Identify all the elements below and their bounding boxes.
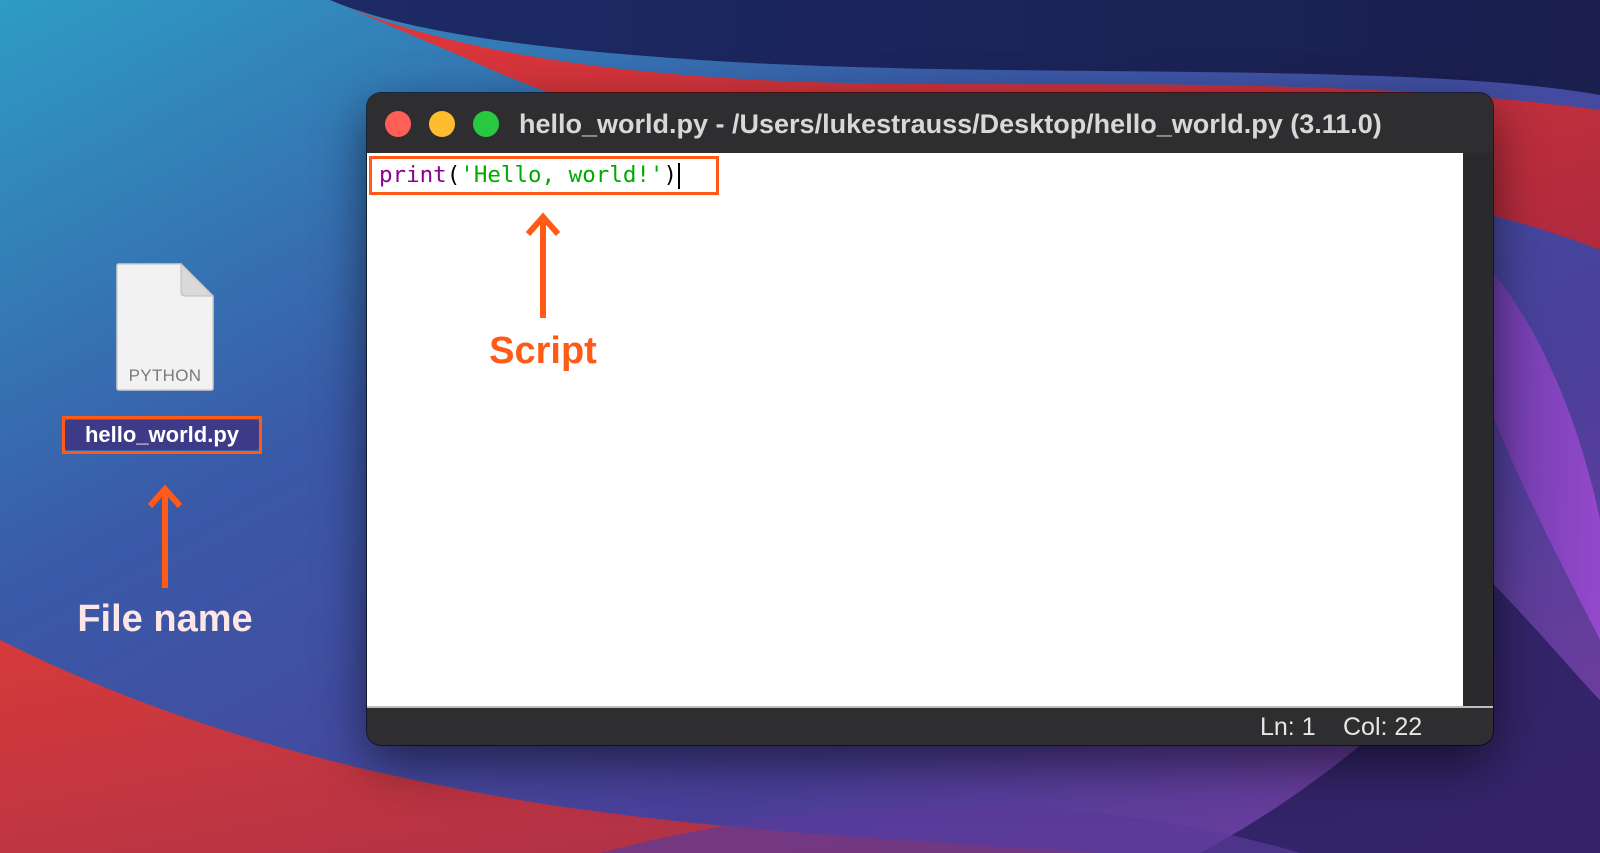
code-close-paren: ) bbox=[663, 162, 678, 188]
file-name-label[interactable]: hello_world.py bbox=[65, 420, 259, 450]
arrow-up-icon bbox=[525, 212, 561, 318]
status-bar: Ln: 1 Col: 22 bbox=[367, 706, 1493, 745]
window-title: hello_world.py - /Users/lukestrauss/Desk… bbox=[519, 109, 1382, 139]
code-open-paren: ( bbox=[446, 162, 461, 188]
maximize-icon[interactable] bbox=[473, 111, 499, 137]
file-type-label: PYTHON bbox=[128, 366, 202, 385]
status-column: Col: 22 bbox=[1343, 713, 1423, 741]
close-icon[interactable] bbox=[385, 111, 411, 137]
script-annotation: Script bbox=[489, 330, 597, 372]
code-builtin: print bbox=[379, 162, 447, 188]
code-line-1[interactable]: print('Hello, world!') bbox=[379, 160, 681, 190]
code-string: 'Hello, world!' bbox=[460, 162, 664, 188]
minimize-icon[interactable] bbox=[429, 111, 455, 137]
idle-editor-window[interactable]: hello_world.py - /Users/lukestrauss/Desk… bbox=[367, 93, 1493, 745]
text-cursor bbox=[678, 162, 681, 189]
arrow-up-icon bbox=[147, 484, 183, 588]
file-name-annotation: File name bbox=[77, 598, 253, 640]
title-bar[interactable]: hello_world.py - /Users/lukestrauss/Desk… bbox=[367, 93, 1493, 153]
status-line: Ln: 1 bbox=[1260, 713, 1316, 741]
vertical-scrollbar[interactable] bbox=[1463, 153, 1493, 706]
